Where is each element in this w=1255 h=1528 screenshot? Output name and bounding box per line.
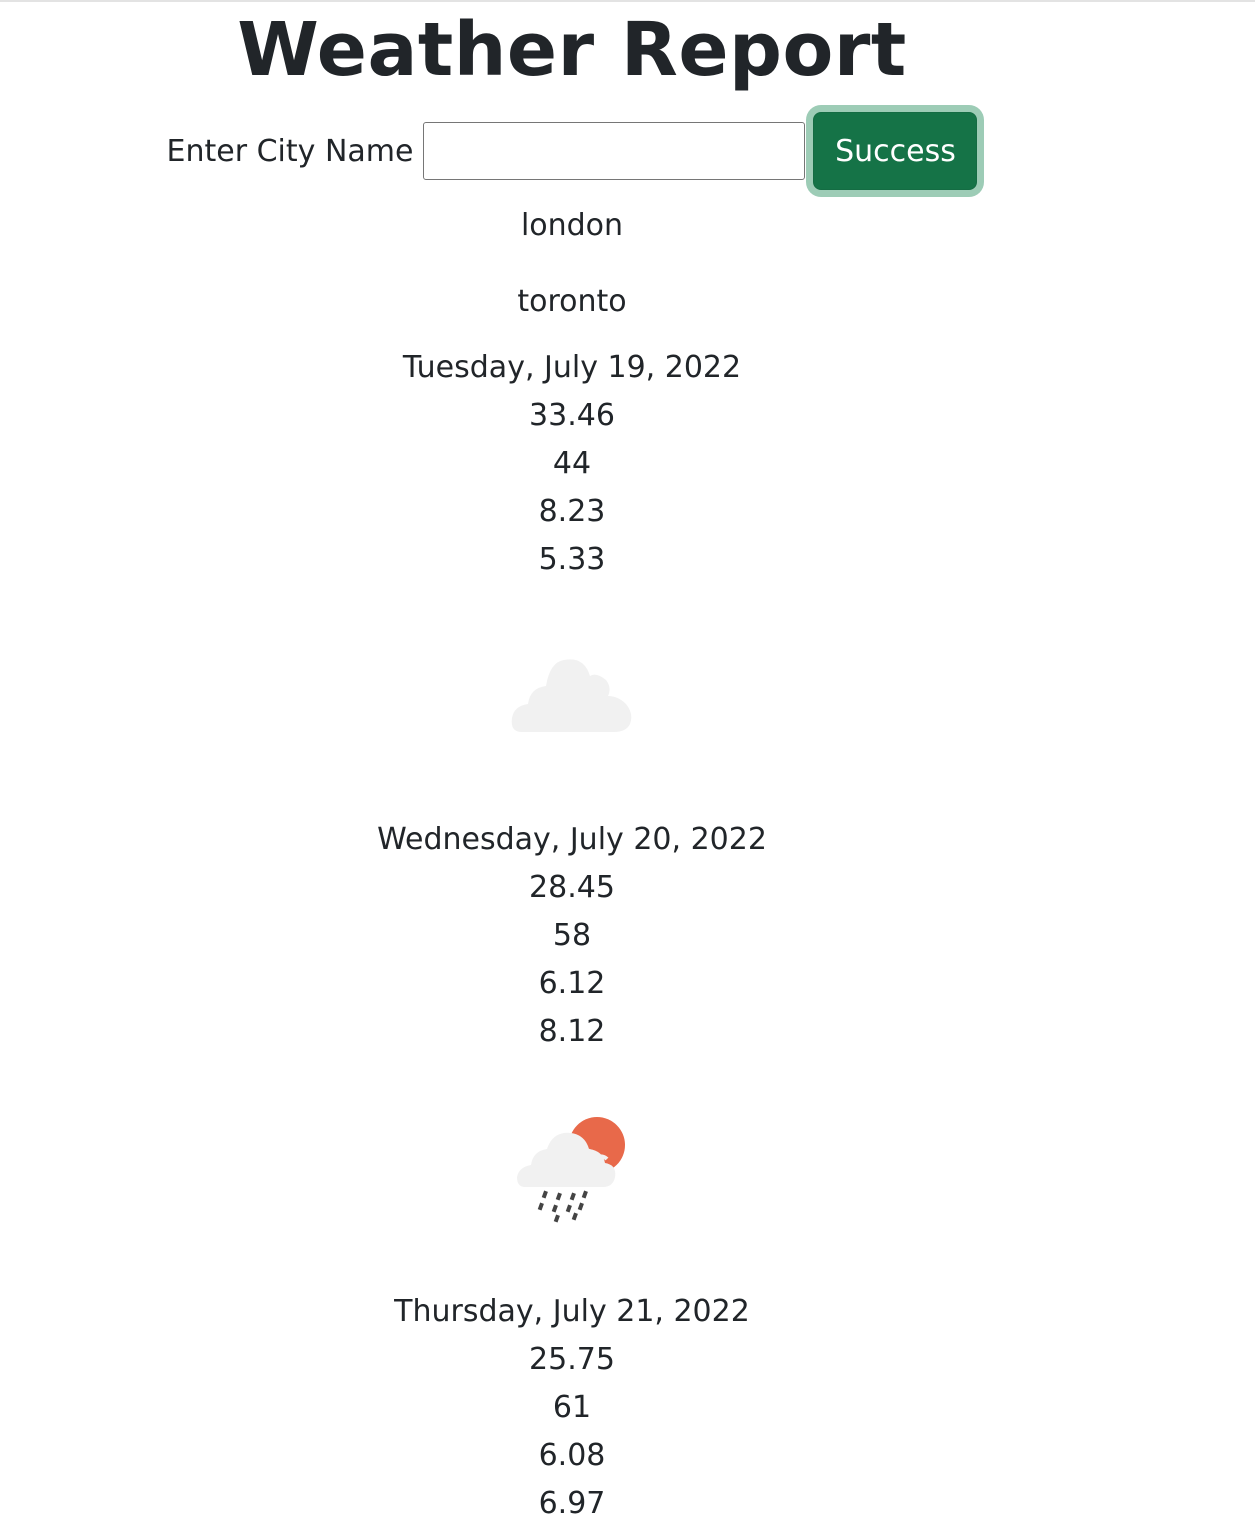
- forecast-date: Tuesday, July 19, 2022: [402, 350, 742, 385]
- forecast-value: 6.97: [538, 1486, 606, 1521]
- cloud-icon: [511, 659, 632, 732]
- forecast-date: Wednesday, July 20, 2022: [377, 822, 767, 857]
- success-button[interactable]: Success: [813, 112, 978, 190]
- forecast-value: 58: [552, 918, 592, 953]
- forecast-icon-wrap: [0, 1070, 1144, 1270]
- page-container: Weather Report Enter City Name Success l…: [0, 2, 1144, 1528]
- forecast-value: 8.23: [538, 494, 606, 529]
- forecast-value: 61: [552, 1390, 592, 1425]
- forecast-day: Tuesday, July 19, 2022 33.46 44 8.23 5.3…: [0, 344, 1144, 798]
- city-list: london toronto: [0, 186, 1144, 342]
- page-title: Weather Report: [237, 7, 907, 93]
- forecast-value: 28.45: [529, 870, 615, 905]
- city-item-london[interactable]: london: [0, 186, 1144, 266]
- city-name-label: Enter City Name: [166, 133, 414, 169]
- city-name-input[interactable]: [423, 122, 806, 180]
- forecast-value: 44: [552, 446, 592, 481]
- city-item-toronto[interactable]: toronto: [0, 262, 1144, 342]
- forecast-value: 33.46: [529, 398, 615, 433]
- forecast-value: 6.08: [538, 1438, 606, 1473]
- forecast-day: Wednesday, July 20, 2022 28.45 58 6.12 8…: [0, 816, 1144, 1270]
- forecast-date: Thursday, July 21, 2022: [394, 1294, 750, 1329]
- forecast-value: 8.12: [538, 1014, 606, 1049]
- forecast-value: 25.75: [529, 1342, 615, 1377]
- forecast-value: 5.33: [538, 542, 606, 577]
- forecast-value: 6.12: [538, 966, 606, 1001]
- search-form: Enter City Name Success: [0, 112, 1144, 190]
- rain-sun-cloud-icon: [517, 1117, 625, 1223]
- forecast-icon-wrap: [0, 598, 1144, 798]
- forecast-day: Thursday, July 21, 2022 25.75 61 6.08 6.…: [0, 1288, 1144, 1528]
